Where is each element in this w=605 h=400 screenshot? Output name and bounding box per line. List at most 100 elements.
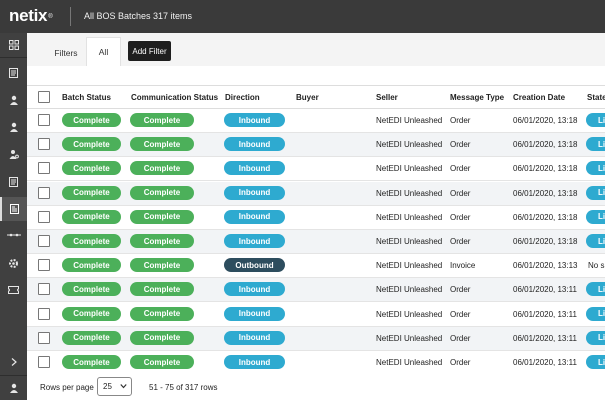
seller-cell: NetEDI Unleashed (376, 116, 443, 125)
row-checkbox[interactable] (38, 356, 50, 368)
communication-status-badge: Complete (130, 234, 194, 248)
document-active-icon[interactable] (0, 197, 27, 221)
communication-status-badge: Complete (130, 113, 194, 127)
row-checkbox[interactable] (38, 235, 50, 247)
seller-cell: NetEDI Unleashed (376, 358, 443, 367)
header-divider (70, 7, 71, 26)
direction-badge: Outbound (224, 258, 285, 273)
top-bar: netix® All BOS Batches 317 items (0, 0, 605, 33)
account-icon[interactable] (0, 376, 27, 400)
seller-cell: NetEDI Unleashed (376, 164, 443, 174)
header-direction[interactable]: Direction (225, 93, 260, 102)
chevron-down-icon (120, 381, 127, 393)
seller-cell: NetEDI Unleashed (376, 237, 443, 246)
ticket-icon[interactable] (0, 278, 27, 302)
row-checkbox[interactable] (38, 162, 50, 175)
table-row[interactable]: Complete Complete Inbound NetEDI Unleashed O… (27, 351, 605, 375)
row-checkbox[interactable] (38, 331, 50, 344)
header-seller[interactable]: Seller (376, 93, 398, 102)
state-badge: Li (586, 113, 605, 127)
batch-status-badge: Complete (62, 306, 121, 321)
table-row[interactable]: Complete Complete Inbound NetEDI Unleashed O… (27, 278, 605, 303)
content-spacer (27, 66, 605, 85)
creation-date-cell: 06/01/2020, 13:13 (513, 261, 578, 271)
seller-cell: NetEDI Unleashed (376, 261, 443, 271)
direction-badge: Inbound (224, 282, 285, 297)
table-header: Batch Status Communication Status Direct… (27, 85, 605, 109)
batch-status-badge: Complete (62, 137, 121, 152)
row-checkbox[interactable] (38, 114, 50, 126)
user-settings-icon[interactable] (0, 142, 27, 166)
creation-date-cell: 06/01/2020, 13:18 (513, 116, 578, 125)
state-badge: Li (586, 209, 605, 224)
document-icon[interactable] (0, 61, 27, 85)
batch-status-badge: Complete (62, 234, 121, 248)
message-type-cell: Order (450, 237, 471, 246)
tab-filters[interactable]: Filters (47, 39, 85, 66)
state-badge: Li (586, 355, 605, 369)
message-type-cell: Invoice (450, 261, 476, 271)
message-type-cell: Order (450, 140, 471, 150)
dashboard-icon[interactable] (0, 33, 27, 57)
state-badge: Li (586, 185, 605, 200)
sidebar (0, 33, 27, 400)
user-icon[interactable] (0, 88, 27, 112)
communication-status-badge: Complete (130, 137, 194, 152)
header-batch-status[interactable]: Batch Status (62, 93, 111, 102)
row-checkbox[interactable] (38, 283, 50, 296)
table-row[interactable]: Complete Complete Inbound NetEDI Unleashed O… (27, 157, 605, 182)
row-checkbox[interactable] (38, 138, 50, 151)
header-state[interactable]: State (587, 93, 605, 102)
gear-icon[interactable] (0, 251, 27, 275)
communication-status-badge: Complete (130, 185, 194, 200)
netix-logo[interactable]: netix® (9, 6, 53, 26)
direction-badge: Inbound (224, 234, 285, 248)
table-row[interactable]: Complete Complete Inbound NetEDI Unleashed O… (27, 206, 605, 230)
header-communication-status[interactable]: Communication Status (131, 93, 218, 102)
message-type-cell: Order (450, 358, 471, 367)
state-badge: Li (586, 137, 605, 152)
row-checkbox[interactable] (38, 210, 50, 223)
table-row[interactable]: Complete Complete Inbound NetEDI Unleashed O… (27, 109, 605, 133)
table-row[interactable]: Complete Complete Outbound NetEDI Unleashed… (27, 254, 605, 279)
add-filter-button[interactable]: Add Filter (128, 41, 171, 61)
creation-date-cell: 06/01/2020, 13:18 (513, 212, 578, 222)
communication-status-badge: Complete (130, 355, 194, 369)
creation-date-cell: 06/01/2020, 13:18 (513, 164, 578, 174)
table-row[interactable]: Complete Complete Inbound NetEDI Unleashed O… (27, 230, 605, 254)
seller-cell: NetEDI Unleashed (376, 285, 443, 295)
chevron-right-icon[interactable] (0, 350, 27, 374)
communication-status-badge: Complete (130, 306, 194, 321)
rows-per-page-value: 25 (103, 382, 112, 391)
user-icon[interactable] (0, 115, 27, 139)
table-row[interactable]: Complete Complete Inbound NetEDI Unleashed O… (27, 303, 605, 327)
table-row[interactable]: Complete Complete Inbound NetEDI Unleashed O… (27, 326, 605, 351)
table-row[interactable]: Complete Complete Inbound NetEDI Unleashed O… (27, 181, 605, 206)
connector-icon[interactable] (0, 223, 27, 247)
message-type-cell: Order (450, 333, 471, 343)
seller-cell: NetEDI Unleashed (376, 140, 443, 150)
seller-cell: NetEDI Unleashed (376, 212, 443, 222)
state-cell: No s (588, 261, 605, 271)
message-type-cell: Order (450, 212, 471, 222)
header-creation-date[interactable]: Creation Date (513, 93, 565, 102)
state-badge: Li (586, 306, 605, 321)
batch-status-badge: Complete (62, 355, 121, 369)
batch-status-badge: Complete (62, 113, 121, 127)
rows-per-page-select[interactable]: 25 (97, 377, 132, 396)
direction-badge: Inbound (224, 161, 285, 176)
direction-badge: Inbound (224, 355, 285, 369)
seller-cell: NetEDI Unleashed (376, 333, 443, 343)
table-row[interactable]: Complete Complete Inbound NetEDI Unleashed O… (27, 133, 605, 158)
row-checkbox[interactable] (38, 259, 50, 272)
row-checkbox[interactable] (38, 186, 50, 199)
creation-date-cell: 06/01/2020, 13:11 (513, 285, 577, 295)
message-type-cell: Order (450, 116, 471, 125)
row-checkbox[interactable] (38, 307, 50, 320)
select-all-checkbox[interactable] (38, 91, 50, 103)
header-buyer[interactable]: Buyer (296, 93, 319, 102)
message-type-cell: Order (450, 285, 471, 295)
document-icon[interactable] (0, 170, 27, 194)
header-message-type[interactable]: Message Type (450, 93, 504, 102)
tab-all[interactable]: All (86, 37, 121, 66)
